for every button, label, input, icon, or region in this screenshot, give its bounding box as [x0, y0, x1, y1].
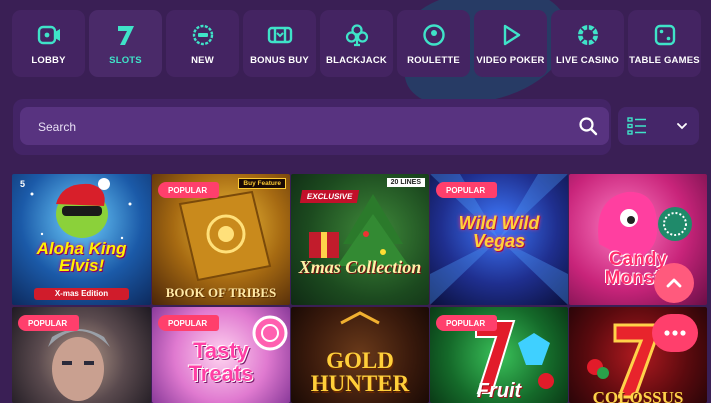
game-title: Fruit [476, 380, 522, 402]
popular-badge: POPULAR [158, 182, 220, 198]
chat-dots-icon [664, 330, 686, 336]
game-tile-fruit[interactable]: POPULAR Fruit [430, 307, 568, 403]
roulette-icon [422, 23, 445, 46]
category-label: NEW [191, 54, 214, 66]
chevron-up-icon [666, 278, 682, 288]
game-title: Aloha King Elvis! [36, 239, 127, 275]
game-tile-book-of-tribes[interactable]: POPULAR Buy Feature BOOK OF TRIBES [152, 174, 290, 305]
category-new[interactable]: NEW [166, 10, 239, 77]
live-casino-icon [577, 24, 598, 45]
category-live-casino[interactable]: LIVE CASINO [551, 10, 624, 77]
game-grid: 5 Aloha King Elvis! X-mas Edition POPULA… [12, 174, 711, 403]
category-label: TABLE GAMES [629, 54, 700, 66]
bonus-buy-icon [267, 26, 292, 43]
category-blackjack[interactable]: BLACKJACK [320, 10, 393, 77]
search-input[interactable] [20, 107, 609, 145]
game-title: Tasty Treats [188, 338, 254, 387]
category-lobby[interactable]: LOBBY [12, 10, 85, 77]
popular-badge: POPULAR [18, 315, 80, 331]
category-roulette[interactable]: ROULETTE [397, 10, 470, 77]
category-label: BLACKJACK [326, 54, 387, 66]
new-icon [192, 24, 213, 45]
game-title: BOOK OF TRIBES [165, 285, 277, 300]
category-bonus-buy[interactable]: BONUS BUY [243, 10, 316, 77]
club-icon [345, 23, 368, 46]
game-tile-tasty-treats[interactable]: POPULAR Tasty Treats [152, 307, 290, 403]
game-tile-xmas-collection[interactable]: EXCLUSIVE 20 LINES Xmas Collection [291, 174, 429, 305]
category-table-games[interactable]: TABLE GAMES [628, 10, 701, 77]
category-slots[interactable]: SLOTS [89, 10, 162, 77]
game-tile-gold-hunter[interactable]: GOLD HUNTER [291, 307, 429, 403]
category-label: LOBBY [31, 54, 66, 66]
search-icon[interactable] [578, 116, 598, 136]
game-tile-wild-wild-vegas[interactable]: POPULAR Wild Wild Vegas [430, 174, 568, 305]
category-label: LIVE CASINO [556, 54, 619, 66]
category-video-poker[interactable]: VIDEO POKER [474, 10, 547, 77]
game-corner-tag: Buy Feature [238, 178, 286, 189]
chevron-down-icon [677, 123, 687, 130]
game-subtitle: X-mas Edition [34, 288, 129, 300]
game-title: GOLD HUNTER [310, 348, 410, 397]
category-nav: LOBBY SLOTS NEW BONUS BUY BLACKJACK ROUL… [12, 10, 701, 77]
game-tile-aloha-king-elvis[interactable]: 5 Aloha King Elvis! X-mas Edition [12, 174, 151, 305]
game-title: Wild Wild Vegas [458, 213, 540, 251]
game-title: Xmas Collection [298, 257, 422, 277]
search-placeholder: Search [38, 120, 77, 134]
popular-badge: POPULAR [436, 315, 498, 331]
game-corner-tag: 20 LINES [386, 178, 425, 187]
game-tile-warrior[interactable]: POPULAR [12, 307, 151, 403]
category-label: SLOTS [109, 54, 142, 66]
dice-icon [654, 24, 675, 45]
popular-badge: POPULAR [158, 315, 220, 331]
scroll-to-top-button[interactable] [654, 263, 694, 303]
popular-badge: POPULAR [436, 182, 498, 198]
category-label: BONUS BUY [250, 54, 309, 66]
game-title: COLOSSUS [592, 388, 684, 403]
category-label: VIDEO POKER [476, 54, 545, 66]
slots-seven-icon [117, 25, 134, 45]
play-icon [503, 24, 520, 45]
list-view-icon [627, 117, 646, 135]
lobby-icon [37, 25, 60, 44]
chat-button[interactable] [652, 314, 698, 352]
exclusive-badge: EXCLUSIVE [299, 190, 360, 203]
category-label: ROULETTE [407, 54, 460, 66]
